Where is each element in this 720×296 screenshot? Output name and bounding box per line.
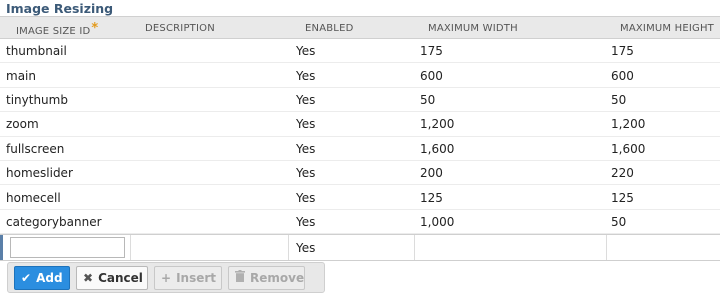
table-row[interactable]: main Yes 600 600 <box>0 63 720 88</box>
add-button[interactable]: ✔ Add <box>14 265 70 290</box>
new-row-enabled-cell[interactable]: Yes <box>289 235 415 261</box>
cell-max-width[interactable]: 125 <box>415 190 607 205</box>
cell-enabled[interactable]: Yes <box>289 141 415 156</box>
cell-enabled[interactable]: Yes <box>289 43 415 58</box>
cell-max-height[interactable]: 1,200 <box>607 116 720 131</box>
required-marker: * <box>91 21 99 36</box>
remove-button[interactable]: Remove <box>228 265 305 290</box>
cell-description[interactable] <box>131 197 289 198</box>
cell-id[interactable]: tinythumb <box>0 92 131 107</box>
cell-enabled[interactable]: Yes <box>289 68 415 83</box>
table-row[interactable]: tinythumb Yes 50 50 <box>0 87 720 113</box>
cell-max-width[interactable]: 175 <box>415 43 607 58</box>
cell-description[interactable] <box>131 50 289 51</box>
table-row[interactable]: categorybanner Yes 1,000 50 <box>0 209 720 235</box>
cell-description[interactable] <box>131 221 289 222</box>
plus-icon: + <box>161 270 172 285</box>
cell-max-width[interactable]: 1,200 <box>415 116 607 131</box>
page-title: Image Resizing <box>6 1 114 16</box>
checkmark-icon: ✔ <box>21 270 32 285</box>
column-header-max-height[interactable]: MAXIMUM HEIGHT <box>607 17 720 38</box>
cell-max-height[interactable]: 220 <box>607 165 720 180</box>
new-row-id-cell <box>0 235 131 261</box>
new-row-max-height-cell[interactable] <box>607 235 720 260</box>
new-row-max-width-cell[interactable] <box>415 235 607 261</box>
cell-max-width[interactable]: 50 <box>415 92 607 107</box>
cell-max-width[interactable]: 200 <box>415 165 607 180</box>
cell-description[interactable] <box>131 148 289 149</box>
new-row-description-cell[interactable] <box>131 235 289 261</box>
cell-id[interactable]: thumbnail <box>0 43 131 58</box>
cell-id[interactable]: zoom <box>0 116 131 131</box>
cell-enabled[interactable]: Yes <box>289 190 415 205</box>
cell-max-height[interactable]: 125 <box>607 190 720 205</box>
insert-button[interactable]: + Insert <box>154 265 222 290</box>
cell-description[interactable] <box>131 172 289 173</box>
table-row[interactable]: zoom Yes 1,200 1,200 <box>0 112 720 137</box>
cell-description[interactable] <box>131 75 289 76</box>
cell-description[interactable] <box>131 99 289 100</box>
cell-max-height[interactable]: 50 <box>607 92 720 107</box>
cell-id[interactable]: fullscreen <box>0 141 131 156</box>
grid-toolbar: ✔ Add ✖ Cancel + Insert Remove <box>7 262 325 293</box>
grid-body: thumbnail Yes 175 175 main Yes 600 600 t… <box>0 39 720 235</box>
cancel-button[interactable]: ✖ Cancel <box>76 265 148 290</box>
editing-row-indicator <box>0 235 3 261</box>
cell-id[interactable]: homecell <box>0 190 131 205</box>
image-size-id-input[interactable] <box>10 237 125 259</box>
column-header-id[interactable]: IMAGE SIZE ID* <box>0 17 131 38</box>
column-header-enabled[interactable]: ENABLED <box>289 17 415 38</box>
cell-id[interactable]: categorybanner <box>0 214 131 229</box>
table-row[interactable]: thumbnail Yes 175 175 <box>0 39 720 64</box>
cell-max-width[interactable]: 1,000 <box>415 214 607 229</box>
cell-enabled[interactable]: Yes <box>289 214 415 229</box>
new-row-editor: Yes <box>0 234 720 262</box>
cell-max-width[interactable]: 1,600 <box>415 141 607 156</box>
image-sizes-grid: IMAGE SIZE ID* DESCRIPTION ENABLED MAXIM… <box>0 16 720 262</box>
cell-max-width[interactable]: 600 <box>415 68 607 83</box>
cell-description[interactable] <box>131 123 289 124</box>
column-header-description[interactable]: DESCRIPTION <box>131 17 289 38</box>
table-row[interactable]: homeslider Yes 200 220 <box>0 160 720 186</box>
cell-enabled[interactable]: Yes <box>289 92 415 107</box>
table-row[interactable]: fullscreen Yes 1,600 1,600 <box>0 136 720 161</box>
cell-enabled[interactable]: Yes <box>289 116 415 131</box>
trash-icon <box>235 270 245 285</box>
cell-enabled[interactable]: Yes <box>289 165 415 180</box>
cell-max-height[interactable]: 50 <box>607 214 720 229</box>
column-header-max-width[interactable]: MAXIMUM WIDTH <box>415 17 607 38</box>
cell-id[interactable]: homeslider <box>0 165 131 180</box>
table-row[interactable]: homecell Yes 125 125 <box>0 185 720 210</box>
grid-header: IMAGE SIZE ID* DESCRIPTION ENABLED MAXIM… <box>0 16 720 39</box>
close-icon: ✖ <box>83 270 94 285</box>
cell-id[interactable]: main <box>0 68 131 83</box>
cell-max-height[interactable]: 175 <box>607 43 720 58</box>
cell-max-height[interactable]: 1,600 <box>607 141 720 156</box>
cell-max-height[interactable]: 600 <box>607 68 720 83</box>
